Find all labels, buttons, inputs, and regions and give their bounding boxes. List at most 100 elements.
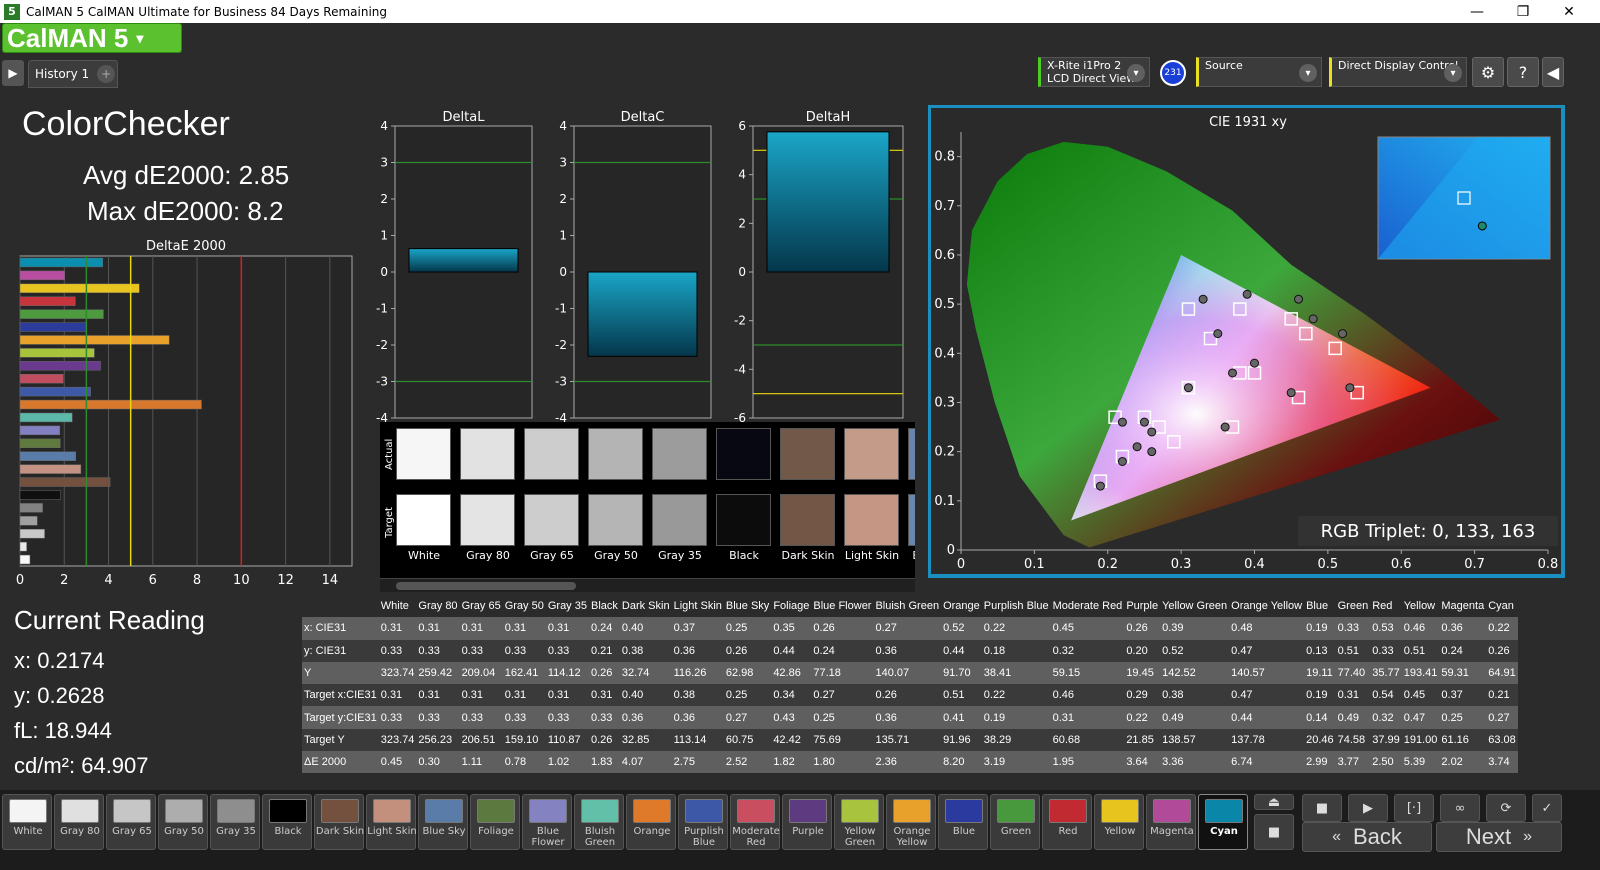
- y-tick-label: -1: [555, 302, 567, 316]
- deltae-bar-gray-50: [19, 516, 38, 526]
- refresh-button[interactable]: ⟳: [1486, 794, 1526, 822]
- deltae-bar-cyan: [19, 257, 104, 268]
- patch-button-orange-yellow[interactable]: Orange Yellow: [886, 794, 936, 850]
- display-label: Direct Display Control: [1338, 59, 1459, 72]
- table-cell: 0.47: [1229, 639, 1305, 662]
- patch-button-yellow[interactable]: Yellow: [1094, 794, 1144, 850]
- table-cell: 0.22: [981, 617, 1051, 640]
- table-cell: 116.26: [671, 661, 724, 685]
- patch-button-black[interactable]: Black: [262, 794, 312, 850]
- deltae-bar-gray-65: [19, 529, 45, 539]
- horizontal-scrollbar[interactable]: [380, 578, 915, 592]
- table-cell: 0.33: [502, 639, 546, 662]
- patch-button-cyan[interactable]: Cyan: [1198, 794, 1248, 850]
- back-button[interactable]: « Back: [1302, 822, 1432, 852]
- table-cell: 0.33: [545, 706, 589, 729]
- table-cell: 0.27: [723, 706, 772, 729]
- patch-button-red[interactable]: Red: [1042, 794, 1092, 850]
- table-cell: 1.83: [588, 751, 620, 774]
- scrollbar-thumb[interactable]: [396, 582, 576, 590]
- patch-button-yellow-green[interactable]: Yellow Green: [834, 794, 884, 850]
- patch-button-label: Orange Yellow: [893, 826, 931, 848]
- actual-marker: [1242, 289, 1252, 299]
- patch-button-moderate-red[interactable]: Moderate Red: [730, 794, 780, 850]
- patch-button-gray-35[interactable]: Gray 35: [210, 794, 260, 850]
- patch-button-green[interactable]: Green: [990, 794, 1040, 850]
- patch-button-foliage[interactable]: Foliage: [470, 794, 520, 850]
- actual-marker: [1198, 294, 1208, 304]
- patch-button-white[interactable]: White: [2, 794, 52, 850]
- meter-selector[interactable]: X-Rite i1Pro 2 LCD Direct View ▾: [1038, 57, 1150, 87]
- table-cell: 0.33: [416, 706, 460, 729]
- maximize-button[interactable]: ❐: [1500, 0, 1546, 23]
- collapse-icon[interactable]: ◀: [1542, 57, 1564, 87]
- patch-button-gray-65[interactable]: Gray 65: [106, 794, 156, 850]
- y-tick-label: 2: [380, 192, 388, 206]
- next-button[interactable]: Next »: [1436, 822, 1562, 852]
- table-cell: 1.95: [1050, 751, 1125, 774]
- patch-button-purplish-blue[interactable]: Purplish Blue: [678, 794, 728, 850]
- deltae-bar-light-skin: [19, 464, 82, 474]
- patch-button-dark-skin[interactable]: Dark Skin: [314, 794, 364, 850]
- table-cell: 0.20: [1124, 639, 1161, 662]
- loop-button[interactable]: ∞: [1440, 794, 1480, 822]
- actual-swatch: [396, 428, 451, 480]
- close-button[interactable]: ✕: [1546, 0, 1592, 23]
- patch-button-orange[interactable]: Orange: [626, 794, 676, 850]
- patch-button-gray-80[interactable]: Gray 80: [54, 794, 104, 850]
- table-row: y: CIE31 0.33 0.33 0.33 0.33 0.33 0.21 0.38 0.36…: [302, 639, 1518, 662]
- stop-button[interactable]: ■: [1302, 794, 1342, 822]
- patch-button-blue-sky[interactable]: Blue Sky: [418, 794, 468, 850]
- patch-button-blue[interactable]: Blue: [938, 794, 988, 850]
- minimize-button[interactable]: —: [1454, 0, 1500, 23]
- tab-history-1[interactable]: History 1 +: [28, 60, 118, 88]
- table-cell: 20.46: [1304, 728, 1336, 752]
- gear-icon[interactable]: ⚙: [1472, 57, 1504, 87]
- display-selector[interactable]: Direct Display Control ▾: [1329, 57, 1467, 87]
- eject-button[interactable]: ⏏: [1254, 794, 1294, 810]
- back-arrow-icon: «: [1332, 828, 1341, 845]
- table-cell: 0.21: [588, 639, 620, 662]
- table-cell: 0.33: [416, 639, 460, 662]
- deltae-bar-white: [19, 554, 31, 565]
- table-cell: 0.38: [1160, 684, 1230, 707]
- y-tick-label: 0.7: [934, 199, 955, 214]
- x-tick-label: 8: [193, 573, 201, 588]
- patch-button-magenta[interactable]: Magenta: [1146, 794, 1196, 850]
- deltae-bar-blue: [19, 322, 87, 332]
- table-cell: 4.07: [619, 751, 672, 774]
- table-cell: 38.41: [981, 661, 1051, 685]
- help-icon[interactable]: ?: [1507, 57, 1539, 87]
- column-header: Black: [588, 595, 620, 618]
- table-cell: 135.71: [873, 728, 942, 752]
- patch-button-label: Yellow: [1104, 826, 1136, 837]
- deltal-chart: DeltaL43210-1-2-3-4: [376, 110, 533, 425]
- patch-button-blue-flower[interactable]: Blue Flower: [522, 794, 572, 850]
- table-cell: 59.31: [1439, 661, 1487, 685]
- play-button[interactable]: ▶: [1348, 794, 1388, 822]
- patch-color: [165, 799, 203, 823]
- table-cell: 0.36: [671, 706, 724, 729]
- reading-y: y: 0.2628: [14, 683, 105, 708]
- table-cell: 21.85: [1124, 728, 1161, 752]
- column-header: Purplish Blue: [981, 595, 1051, 618]
- table-cell: 2.52: [723, 751, 772, 774]
- table-cell: 0.38: [671, 684, 724, 707]
- measure-button[interactable]: [·]: [1394, 794, 1434, 822]
- patch-button-purple[interactable]: Purple: [782, 794, 832, 850]
- play-icon[interactable]: ▶: [2, 60, 24, 86]
- patch-color: [841, 799, 879, 823]
- patch-button-bluish-green[interactable]: Bluish Green: [574, 794, 624, 850]
- calman-logo-menu[interactable]: CalMAN 5 ▾: [2, 23, 182, 53]
- target-swatch: [780, 494, 835, 546]
- patch-button-light-skin[interactable]: Light Skin: [366, 794, 417, 850]
- source-selector[interactable]: Source ▾: [1196, 57, 1322, 87]
- table-cell: 0.36: [619, 706, 672, 729]
- check-button[interactable]: ✓: [1532, 794, 1562, 822]
- table-cell: 61.16: [1439, 728, 1487, 752]
- table-cell: 42.86: [771, 661, 812, 685]
- actual-marker: [1147, 427, 1157, 437]
- add-tab-icon[interactable]: +: [97, 65, 116, 83]
- patch-button-gray-50[interactable]: Gray 50: [158, 794, 208, 850]
- stop-big-button[interactable]: ■: [1254, 814, 1294, 850]
